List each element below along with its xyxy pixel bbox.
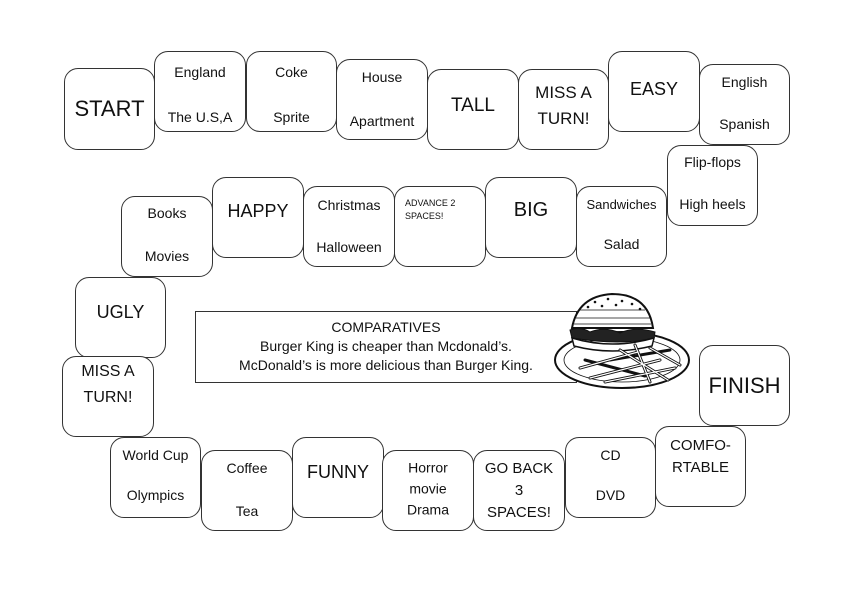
tile-label: COMFO- RTABLE <box>670 437 731 476</box>
tile-books[interactable]: Books Movies <box>121 196 213 277</box>
tile-bottom-text: Sprite <box>273 109 310 125</box>
tile-label: GO BACK 3 SPACES! <box>474 458 564 524</box>
tile-label: UGLY <box>96 301 145 322</box>
comparatives-example-1: Burger King is cheaper than Mcdonald’s. <box>260 338 512 354</box>
tile-top-text: Coke <box>275 64 308 80</box>
tile-label: START <box>74 96 145 121</box>
tile-advance-2-spaces[interactable]: ADVANCE 2 SPACES! <box>394 186 486 267</box>
tile-bottom-text: Tea <box>235 503 259 519</box>
tile-start[interactable]: START <box>64 68 155 150</box>
tile-miss-a-turn-left[interactable]: MISS A TURN! <box>62 356 154 437</box>
tile-bottom-text: Olympics <box>126 487 185 503</box>
tile-funny[interactable]: FUNNY <box>292 437 384 518</box>
tile-label: EASY <box>629 78 679 99</box>
tile-flip-flops[interactable]: Flip-flops High heels <box>667 145 758 226</box>
tile-line: GO BACK <box>484 459 554 477</box>
tile-line: Drama <box>406 501 449 517</box>
tile-christmas[interactable]: Christmas Halloween <box>303 186 395 267</box>
tile-easy[interactable]: EASY <box>608 51 700 132</box>
tile-england[interactable]: England The U.S,A <box>154 51 246 132</box>
tile-cd[interactable]: CD DVD <box>565 437 656 518</box>
tile-miss-a-turn-top[interactable]: MISS A TURN! <box>518 69 609 150</box>
tile-top-text: Sandwiches <box>586 197 657 212</box>
tile-line: Horror <box>408 459 448 475</box>
tile-top-text: CD <box>600 447 621 463</box>
tile-label: Horror movie Drama <box>383 457 473 520</box>
tile-label: MISS A TURN! <box>535 82 592 128</box>
tile-horror-movie[interactable]: Horror movie Drama <box>382 450 474 531</box>
tile-top-text: Christmas <box>317 197 381 213</box>
tile-finish[interactable]: FINISH <box>699 345 790 426</box>
tile-label: FUNNY <box>307 461 369 482</box>
tile-label: ADVANCE 2 SPACES! <box>405 198 456 221</box>
tile-top-text: English <box>721 74 768 90</box>
tile-bottom-text: DVD <box>595 487 626 503</box>
tile-ugly[interactable]: UGLY <box>75 277 166 358</box>
tile-line: SPACES! <box>487 503 551 521</box>
comparatives-title: COMPARATIVES <box>331 319 441 335</box>
tile-top-text: Flip-flops <box>684 154 741 170</box>
tile-top-text: House <box>361 69 403 85</box>
tile-coke[interactable]: Coke Sprite <box>246 51 337 132</box>
tile-house[interactable]: House Apartment <box>336 59 428 140</box>
tile-line: movie <box>409 480 447 496</box>
comparatives-panel: COMPARATIVES Burger King is cheaper than… <box>195 311 577 383</box>
tile-top-text: Coffee <box>226 460 268 476</box>
tile-top-text: Books <box>147 205 187 221</box>
burger-and-fries-icon <box>554 292 690 389</box>
tile-big[interactable]: BIG <box>485 177 577 258</box>
tile-top-text: World Cup <box>122 447 189 463</box>
tile-label: FINISH <box>708 372 781 398</box>
tile-line: 3 <box>514 481 524 499</box>
tile-bottom-text: High heels <box>679 196 746 212</box>
tile-go-back-3-spaces[interactable]: GO BACK 3 SPACES! <box>473 450 565 531</box>
tile-label: BIG <box>513 198 549 221</box>
tile-happy[interactable]: HAPPY <box>212 177 304 258</box>
tile-label: MISS A TURN! <box>81 362 135 406</box>
tile-bottom-text: Movies <box>144 248 190 264</box>
tile-bottom-text: Apartment <box>349 113 415 129</box>
tile-bottom-text: The U.S,A <box>167 109 233 125</box>
tile-bottom-text: Spanish <box>719 116 770 132</box>
tile-english[interactable]: English Spanish <box>699 64 790 145</box>
tile-sandwiches[interactable]: Sandwiches Salad <box>576 186 667 267</box>
tile-comfortable[interactable]: COMFO- RTABLE <box>655 426 746 507</box>
tile-tall[interactable]: TALL <box>427 69 519 150</box>
tile-coffee[interactable]: Coffee Tea <box>201 450 293 531</box>
comparatives-example-2: McDonald’s is more delicious than Burger… <box>239 357 533 373</box>
tile-bottom-text: Halloween <box>316 239 382 255</box>
tile-top-text: England <box>174 64 226 80</box>
tile-bottom-text: Salad <box>603 236 640 252</box>
tile-label: TALL <box>450 94 495 116</box>
tile-world-cup[interactable]: World Cup Olympics <box>110 437 201 518</box>
tile-label: HAPPY <box>227 200 289 221</box>
